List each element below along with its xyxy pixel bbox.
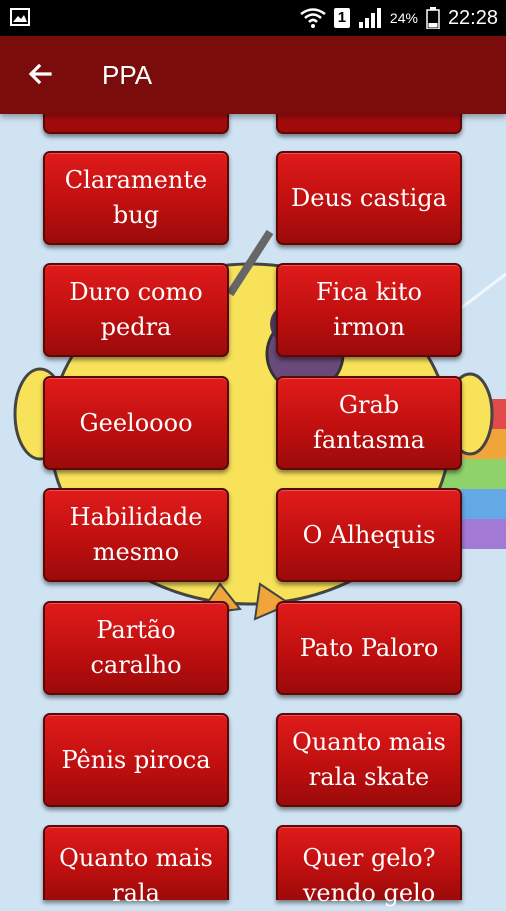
sound-button-label: Habilidade mesmo — [69, 503, 203, 566]
sound-button[interactable]: Deus castiga — [276, 151, 462, 245]
sound-button-label: Claramente bug — [64, 166, 208, 229]
app-bar: PPA — [0, 36, 506, 114]
sound-button-label: Pato Paloro — [299, 633, 439, 662]
sound-button[interactable]: Fica kito irmon — [276, 263, 462, 357]
sound-button-label: Duro como pedra — [69, 278, 203, 341]
sound-button-label: Grab fantasma — [313, 391, 425, 454]
sound-button[interactable]: Habilidade mesmo — [43, 488, 229, 582]
sound-button-label: Quer gelo? vendo gelo — [302, 844, 436, 907]
sound-button[interactable]: Duro como pedra — [43, 263, 229, 357]
sound-button-label: Quanto mais rala — [59, 844, 213, 907]
sound-button[interactable]: Quer gelo? vendo gelo — [276, 825, 462, 907]
sound-button-label: Geeloooo — [79, 408, 193, 437]
sound-button[interactable]: Grab fantasma — [276, 376, 462, 470]
sound-button-label: Pênis piroca — [61, 745, 211, 774]
sound-button-label: Deus castiga — [291, 183, 447, 212]
sound-button-label: Quanto mais rala skate — [292, 728, 446, 791]
sound-button[interactable]: Pato Paloro — [276, 601, 462, 695]
page-title: PPA — [102, 60, 153, 90]
sound-button[interactable]: O Alhequis — [276, 488, 462, 582]
sound-button-grid: Claramente bug Deus castiga Duro como pe… — [0, 0, 506, 907]
sound-button[interactable]: Geeloooo — [43, 376, 229, 470]
arrow-back-icon[interactable] — [24, 58, 56, 90]
sound-button-label: Fica kito irmon — [315, 278, 423, 341]
sound-button[interactable]: Quanto mais rala skate — [276, 713, 462, 807]
sound-button[interactable]: Partão caralho — [43, 601, 229, 695]
sound-button-label: O Alhequis — [302, 520, 436, 549]
sound-button-label: Partão caralho — [90, 616, 182, 679]
sound-button[interactable]: Quanto mais rala — [43, 825, 229, 907]
sound-button[interactable]: Claramente bug — [43, 151, 229, 245]
sound-button[interactable]: Pênis piroca — [43, 713, 229, 807]
